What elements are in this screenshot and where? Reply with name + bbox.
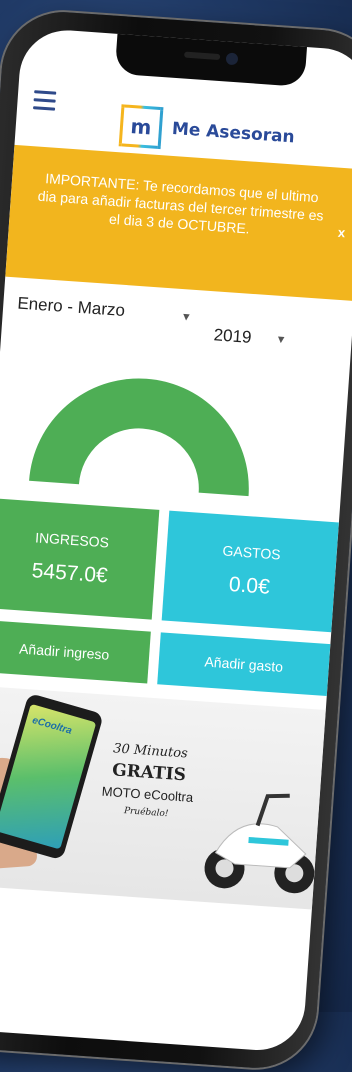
promo-line-4: Pruébalo! (123, 806, 169, 820)
action-buttons: Añadir ingreso Añadir gasto (0, 619, 331, 697)
logo-letter: m (129, 114, 153, 140)
app-name: Me Asesoran (171, 118, 296, 148)
expense-card: GASTOS 0.0€ (161, 510, 339, 633)
notice-text: IMPORTANTE: Te recordamos que el ultimo … (37, 170, 325, 237)
scooter-image (204, 793, 315, 894)
app-logo: m Me Asesoran (118, 104, 296, 158)
year-select[interactable]: 2019 (213, 325, 252, 348)
speaker (183, 51, 221, 61)
logo-mark: m (118, 104, 164, 150)
add-expense-button[interactable]: Añadir gasto (157, 632, 331, 697)
income-value: 5457.0€ (31, 559, 109, 588)
expense-value: 0.0€ (228, 572, 271, 599)
promo-phone-brand: eCooltra (30, 715, 73, 737)
hamburger-menu-icon[interactable] (33, 90, 57, 115)
chevron-down-icon[interactable]: ▼ (180, 311, 192, 324)
close-icon[interactable]: x (337, 224, 345, 242)
add-income-button[interactable]: Añadir ingreso (0, 619, 151, 684)
income-title: INGRESOS (34, 529, 110, 551)
balance-gauge (29, 378, 249, 497)
expense-title: GASTOS (222, 542, 282, 563)
period-select[interactable]: Enero - Marzo (17, 294, 126, 321)
promo-line-2: GRATIS (111, 760, 187, 786)
promo-banner[interactable]: eCooltra 30 Minutos GRATIS MOTO eCooltra… (0, 685, 326, 910)
promo-line-3: MOTO eCooltra (101, 783, 194, 805)
gauge-area (0, 338, 350, 522)
promo-phone-screen: eCooltra (0, 703, 97, 850)
gauge-arc (29, 378, 249, 497)
chevron-down-icon[interactable]: ▼ (275, 334, 287, 347)
camera (225, 52, 239, 66)
app-screen: m Me Asesoran IMPORTANTE: Te recordamos … (0, 27, 352, 1054)
phone-frame: m Me Asesoran IMPORTANTE: Te recordamos … (0, 8, 352, 1072)
notice-banner: IMPORTANTE: Te recordamos que el ultimo … (5, 144, 352, 302)
income-card: INGRESOS 5457.0€ (0, 498, 160, 620)
promo-text: 30 Minutos GRATIS MOTO eCooltra Pruébalo… (86, 740, 211, 822)
